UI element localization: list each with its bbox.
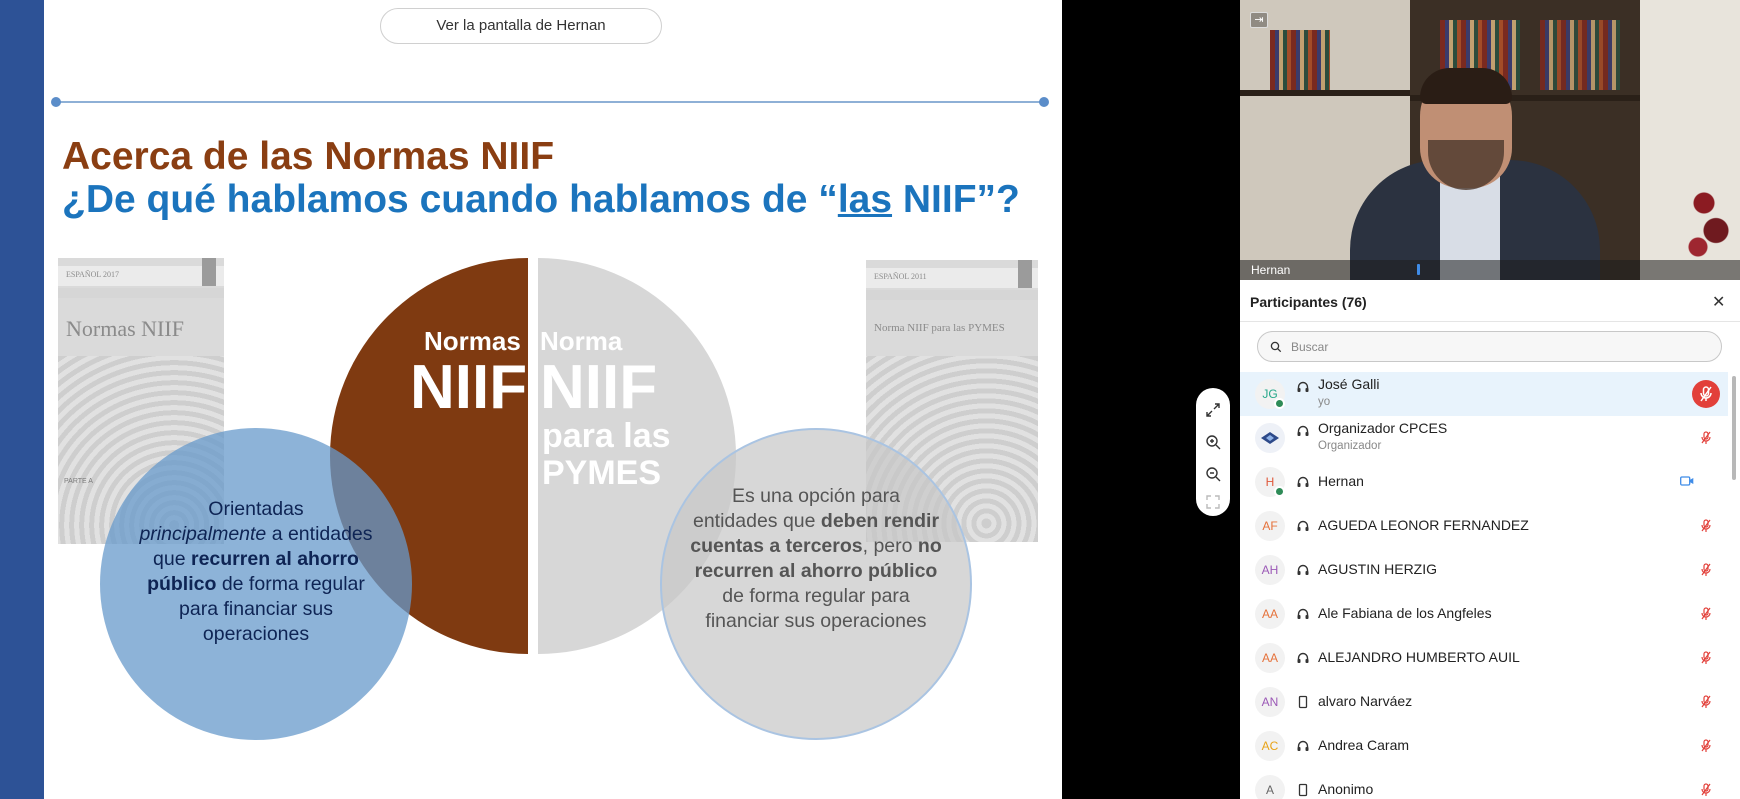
avatar: AA	[1255, 643, 1285, 673]
participant-name: Anonimo	[1318, 781, 1374, 797]
label-niif-left: NIIF	[410, 353, 528, 422]
muted-mic-icon	[1701, 695, 1711, 708]
participant-search[interactable]	[1257, 331, 1722, 362]
avatar: H	[1255, 467, 1285, 497]
muted-mic-icon	[1701, 519, 1711, 532]
avatar-initials: AA	[1261, 651, 1278, 665]
muted-mic-icon	[1701, 563, 1711, 576]
video-camera-icon	[1680, 476, 1694, 486]
label-para-las-pymes: para las PYMES	[542, 417, 671, 492]
muted-mic-icon[interactable]	[1692, 380, 1720, 408]
divider-dot-right	[1039, 97, 1049, 107]
participant-name: AGUEDA LEONOR FERNANDEZ	[1318, 517, 1529, 533]
expand-icon[interactable]	[1205, 402, 1221, 418]
headset-icon	[1297, 381, 1309, 392]
right-panel: ⇥ Hernan Participantes (76) ✕ JG José Gal…	[1240, 0, 1740, 799]
participant-name: alvaro Narváez	[1318, 693, 1413, 709]
organizer-logo-icon	[1261, 432, 1279, 444]
headset-icon	[1297, 425, 1309, 436]
avatar-initials: H	[1265, 475, 1275, 489]
participant-row[interactable]: AF AGUEDA LEONOR FERNANDEZ	[1240, 504, 1728, 548]
participant-name: ALEJANDRO HUMBERTO AUIL	[1318, 649, 1520, 665]
slide-divider-line	[56, 101, 1044, 103]
slide-title: Acerca de las Normas NIIF	[62, 135, 555, 178]
shared-screen-area: Ver la pantalla de Hernan Acerca de las …	[0, 0, 1240, 799]
participant-row[interactable]: AC Andrea Caram	[1240, 724, 1728, 768]
video-participant-name: Hernan	[1251, 263, 1291, 277]
headset-icon	[1297, 564, 1309, 575]
participant-row[interactable]: H Hernan	[1240, 460, 1728, 504]
zoom-toolbar	[1196, 388, 1230, 516]
muted-mic-icon	[1701, 431, 1711, 444]
search-icon	[1270, 341, 1282, 353]
avatar-initials: AA	[1261, 607, 1278, 621]
collapse-video-icon[interactable]: ⇥	[1250, 12, 1268, 28]
muted-mic-icon	[1701, 651, 1711, 664]
participant-name: José Galli	[1318, 376, 1380, 392]
avatar: A	[1255, 775, 1285, 799]
avatar: AC	[1255, 731, 1285, 761]
label-niif-right: NIIF	[540, 353, 658, 422]
participant-role: yo	[1318, 396, 1331, 408]
presence-indicator	[1274, 486, 1285, 497]
participant-row[interactable]: AA Ale Fabiana de los Angfeles	[1240, 592, 1728, 636]
avatar: AA	[1255, 599, 1285, 629]
avatar	[1255, 423, 1285, 453]
participant-name: Andrea Caram	[1318, 737, 1410, 753]
phone-icon	[1298, 783, 1308, 797]
avatar: AN	[1255, 687, 1285, 717]
zoom-in-icon[interactable]	[1205, 434, 1221, 450]
headset-icon	[1297, 652, 1309, 663]
right-circle-text: Es una opción para entidades que deben r…	[690, 485, 942, 632]
slide-subtitle: ¿De qué hablamos cuando hablamos de “las…	[62, 178, 1020, 221]
participant-row[interactable]: AN alvaro Narváez	[1240, 680, 1728, 724]
participants-header: Participantes (76) ✕	[1240, 280, 1740, 322]
headset-icon	[1297, 520, 1309, 531]
avatar: AF	[1255, 511, 1285, 541]
search-input[interactable]	[1291, 338, 1691, 356]
avatar-initials: AF	[1262, 519, 1278, 533]
participant-row[interactable]: A Anonimo	[1240, 768, 1728, 799]
headset-icon	[1297, 740, 1309, 751]
muted-mic-icon	[1701, 783, 1711, 796]
shared-slide: Ver la pantalla de Hernan Acerca de las …	[44, 0, 1062, 799]
avatar: AH	[1255, 555, 1285, 585]
participant-row[interactable]: AA ALEJANDRO HUMBERTO AUIL	[1240, 636, 1728, 680]
participant-name: Hernan	[1318, 473, 1364, 489]
avatar-initials: AC	[1261, 739, 1279, 753]
participant-name: Organizador CPCES	[1318, 420, 1448, 436]
presence-indicator	[1274, 398, 1285, 409]
avatar-initials: A	[1265, 783, 1274, 797]
fit-screen-icon[interactable]	[1205, 494, 1221, 510]
headset-icon	[1297, 476, 1309, 487]
avatar: JG	[1255, 379, 1285, 409]
participant-name: AGUSTIN HERZIG	[1318, 561, 1438, 577]
headset-icon	[1297, 608, 1309, 619]
participant-list: JG José Galli yo Organizador CPCES Organizad…	[1240, 372, 1740, 799]
avatar-initials: AN	[1261, 695, 1279, 709]
left-circle-text: Orientadas principalmente a entidades que…	[139, 498, 373, 645]
close-icon[interactable]: ✕	[1712, 292, 1725, 312]
participants-title: Participantes (76)	[1250, 294, 1367, 310]
phone-icon	[1298, 695, 1308, 709]
video-tile-hernan[interactable]: ⇥ Hernan	[1240, 0, 1740, 280]
participant-row[interactable]: Organizador CPCES Organizador	[1240, 416, 1728, 460]
muted-mic-icon	[1701, 739, 1711, 752]
slide-side-band	[0, 0, 44, 799]
view-screen-banner[interactable]: Ver la pantalla de Hernan	[380, 8, 662, 44]
divider-dot-left	[51, 97, 61, 107]
zoom-out-icon[interactable]	[1205, 466, 1221, 482]
participant-name: Ale Fabiana de los Angfeles	[1318, 605, 1492, 621]
audio-level-indicator	[1417, 264, 1420, 275]
participant-row[interactable]: AH AGUSTIN HERZIG	[1240, 548, 1728, 592]
participant-list-scrollbar[interactable]	[1732, 376, 1736, 480]
avatar-initials: AH	[1261, 563, 1279, 577]
participant-row[interactable]: JG José Galli yo	[1240, 372, 1728, 416]
muted-mic-icon	[1701, 607, 1711, 620]
participant-role: Organizador	[1318, 440, 1382, 452]
